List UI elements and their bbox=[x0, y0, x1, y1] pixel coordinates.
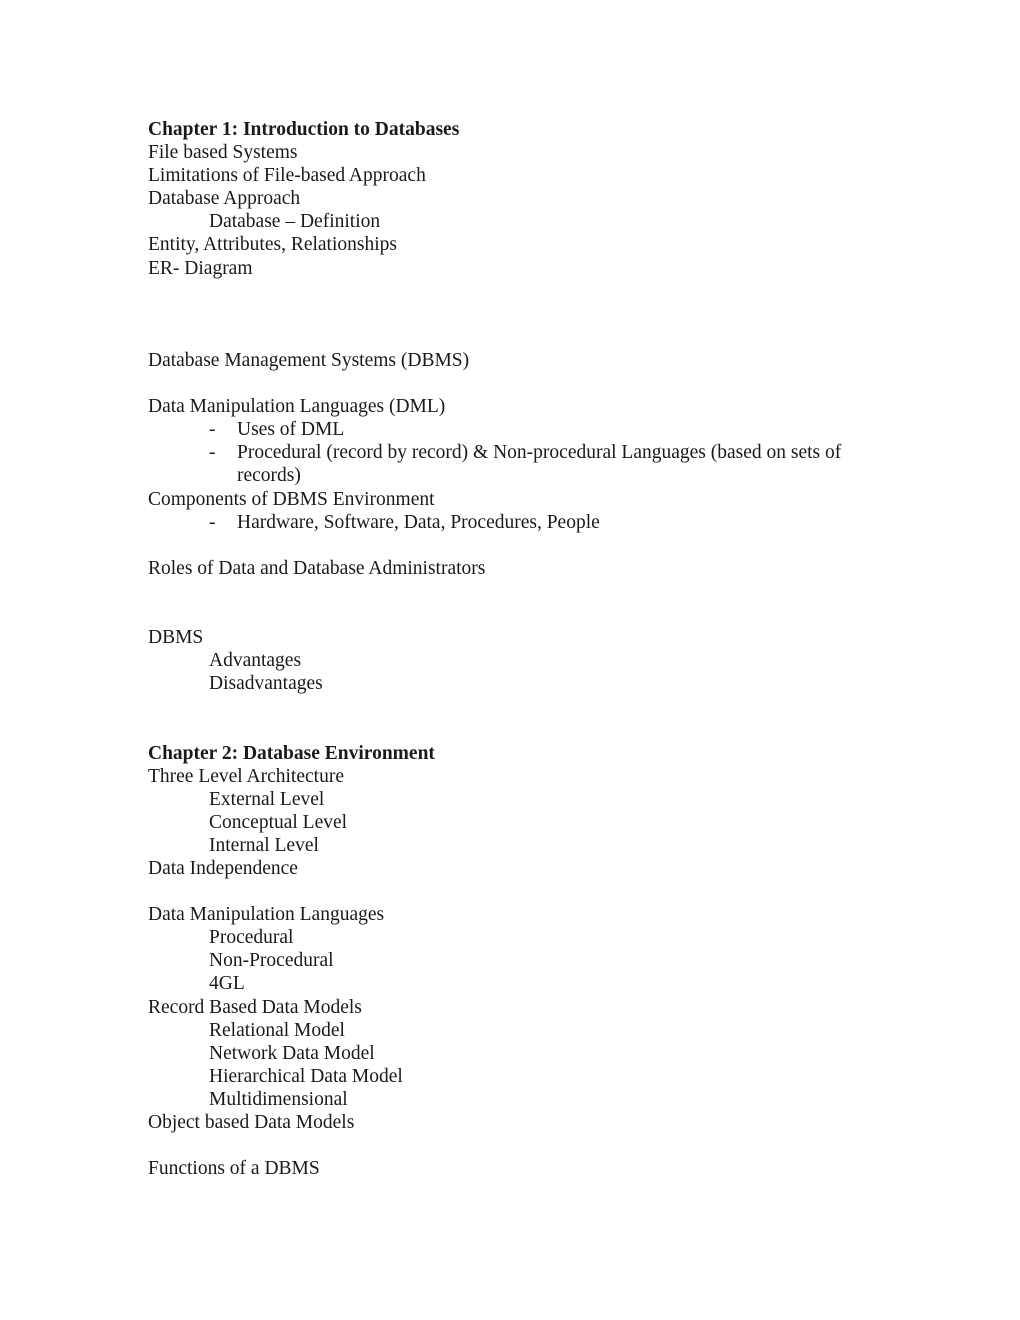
outline-item-data-independence: Data Independence bbox=[148, 858, 298, 880]
outline-item-database-management-systems: Database Management Systems (DBMS) bbox=[148, 349, 470, 371]
outline-item-file-based-systems: File based Systems bbox=[148, 142, 298, 164]
outline-item-4gl: 4GL bbox=[209, 973, 245, 995]
outline-item-relational-model: Relational Model bbox=[209, 1019, 345, 1041]
outline-item-limitations-file-based: Limitations of File-based Approach bbox=[148, 165, 426, 187]
document-body: Chapter 1: Introduction to Databases Fil… bbox=[148, 118, 870, 1180]
outline-item-dml: Data Manipulation Languages (DML) bbox=[148, 396, 446, 418]
document-page: Chapter 1: Introduction to Databases Fil… bbox=[0, 0, 1020, 1320]
outline-item-dbms: DBMS bbox=[148, 627, 204, 649]
outline-item-functions-of-a-dbms: Functions of a DBMS bbox=[148, 1158, 320, 1180]
dash-bullet-icon: - bbox=[209, 442, 216, 464]
list-item: - Hardware, Software, Data, Procedures, … bbox=[148, 511, 870, 534]
dash-bullet-icon: - bbox=[209, 419, 216, 441]
outline-item-database-approach: Database Approach bbox=[148, 188, 301, 210]
outline-item-advantages: Advantages bbox=[209, 650, 302, 672]
dash-bullet-icon: - bbox=[209, 511, 216, 533]
section-data-models: Data Manipulation Languages Procedural N… bbox=[148, 903, 870, 1134]
section-roles: Roles of Data and Database Administrator… bbox=[148, 557, 870, 580]
outline-item-network-data-model: Network Data Model bbox=[209, 1042, 375, 1064]
outline-item-internal-level: Internal Level bbox=[209, 834, 319, 856]
outline-item-components-of-dbms-environment: Components of DBMS Environment bbox=[148, 488, 435, 510]
outline-item-er-diagram: ER- Diagram bbox=[148, 257, 253, 279]
section-dbms: Database Management Systems (DBMS) bbox=[148, 349, 870, 372]
outline-item-disadvantages: Disadvantages bbox=[209, 673, 323, 695]
outline-item-hierarchical-data-model: Hierarchical Data Model bbox=[209, 1065, 403, 1087]
list-item: - Procedural (record by record) & Non-pr… bbox=[148, 441, 870, 487]
outline-item-hardware-software-data-procedures-people: Hardware, Software, Data, Procedures, Pe… bbox=[237, 511, 600, 533]
section-dbms-advantages: DBMS Advantages Disadvantages bbox=[148, 626, 870, 695]
outline-item-three-level-architecture: Three Level Architecture bbox=[148, 765, 344, 787]
chapter-2-heading: Chapter 2: Database Environment bbox=[148, 742, 435, 764]
section-functions: Functions of a DBMS bbox=[148, 1157, 870, 1180]
outline-item-entity-attributes-relationships: Entity, Attributes, Relationships bbox=[148, 234, 397, 256]
outline-item-non-procedural: Non-Procedural bbox=[209, 950, 334, 972]
section-chapter-2: Chapter 2: Database Environment Three Le… bbox=[148, 742, 870, 881]
chapter-1-heading: Chapter 1: Introduction to Databases bbox=[148, 119, 460, 140]
outline-item-multidimensional: Multidimensional bbox=[209, 1088, 348, 1110]
outline-item-procedural: Procedural bbox=[209, 927, 294, 949]
list-item: - Uses of DML bbox=[148, 418, 870, 441]
outline-item-object-based-data-models: Object based Data Models bbox=[148, 1112, 355, 1134]
outline-item-record-based-data-models: Record Based Data Models bbox=[148, 996, 362, 1018]
section-dml: Data Manipulation Languages (DML) - Uses… bbox=[148, 395, 870, 534]
outline-item-data-manipulation-languages: Data Manipulation Languages bbox=[148, 904, 385, 926]
outline-item-database-definition: Database – Definition bbox=[209, 211, 381, 233]
outline-item-roles-of-data-and-database-administrators: Roles of Data and Database Administrator… bbox=[148, 557, 486, 579]
section-chapter-1: Chapter 1: Introduction to Databases Fil… bbox=[148, 118, 870, 280]
outline-item-uses-of-dml: Uses of DML bbox=[237, 419, 345, 441]
outline-item-external-level: External Level bbox=[209, 788, 325, 810]
outline-item-conceptual-level: Conceptual Level bbox=[209, 811, 348, 833]
outline-item-procedural-nonprocedural: Procedural (record by record) & Non-proc… bbox=[237, 442, 847, 487]
